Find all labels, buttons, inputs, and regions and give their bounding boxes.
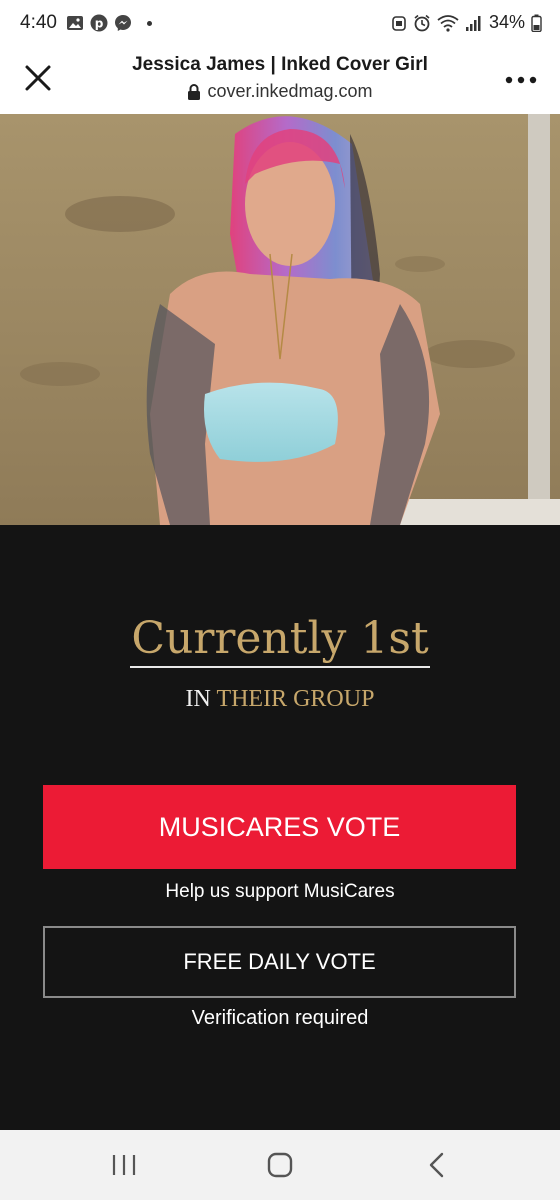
pinterest-icon: p bbox=[90, 14, 108, 32]
free-daily-vote-button[interactable]: FREE DAILY VOTE bbox=[43, 926, 516, 998]
clock-icon bbox=[414, 14, 430, 31]
rank-title: Currently 1st bbox=[131, 613, 429, 664]
vote-panel: Currently 1st IN THEIR GROUP MUSICARES V… bbox=[0, 525, 560, 1130]
gallery-icon bbox=[67, 16, 83, 30]
browser-header: Jessica James | Inked Cover Girl cover.i… bbox=[0, 48, 560, 114]
svg-text:p: p bbox=[95, 17, 104, 31]
notification-dot bbox=[147, 21, 152, 26]
home-icon[interactable] bbox=[260, 1150, 300, 1180]
back-icon[interactable] bbox=[418, 1150, 458, 1180]
rank-subtitle-group: THEIR GROUP bbox=[216, 686, 375, 712]
recent-apps-icon[interactable] bbox=[104, 1150, 144, 1180]
wifi-icon bbox=[437, 14, 459, 32]
url-text: cover.inkedmag.com bbox=[207, 81, 373, 101]
status-system-icons: 34% bbox=[391, 12, 542, 33]
system-nav-bar bbox=[0, 1130, 560, 1200]
status-notification-icons: p bbox=[66, 14, 132, 32]
rank-underline bbox=[130, 666, 430, 668]
page-title: Jessica James | Inked Cover Girl bbox=[132, 54, 428, 75]
battery-percent: 34% bbox=[488, 12, 525, 32]
alarm-icon bbox=[392, 15, 406, 31]
signal-icon bbox=[465, 15, 481, 31]
free-vote-caption: Verification required bbox=[191, 1007, 369, 1029]
close-icon[interactable] bbox=[22, 62, 54, 94]
url-bar: cover.inkedmag.com bbox=[80, 81, 480, 102]
messenger-icon bbox=[115, 15, 131, 31]
status-time: 4:40 bbox=[20, 12, 57, 33]
more-options-icon[interactable] bbox=[504, 70, 538, 90]
musicares-vote-button[interactable]: MUSICARES VOTE bbox=[43, 785, 516, 869]
rank-subtitle: IN THEIR GROUP bbox=[0, 686, 560, 713]
musicares-vote-caption: Help us support MusiCares bbox=[165, 881, 395, 902]
lock-icon bbox=[188, 83, 201, 100]
rank-subtitle-prefix: IN bbox=[185, 686, 211, 712]
battery-icon bbox=[531, 14, 542, 32]
cover-photo bbox=[0, 114, 560, 525]
status-bar: 4:40 p 34% bbox=[0, 0, 560, 48]
